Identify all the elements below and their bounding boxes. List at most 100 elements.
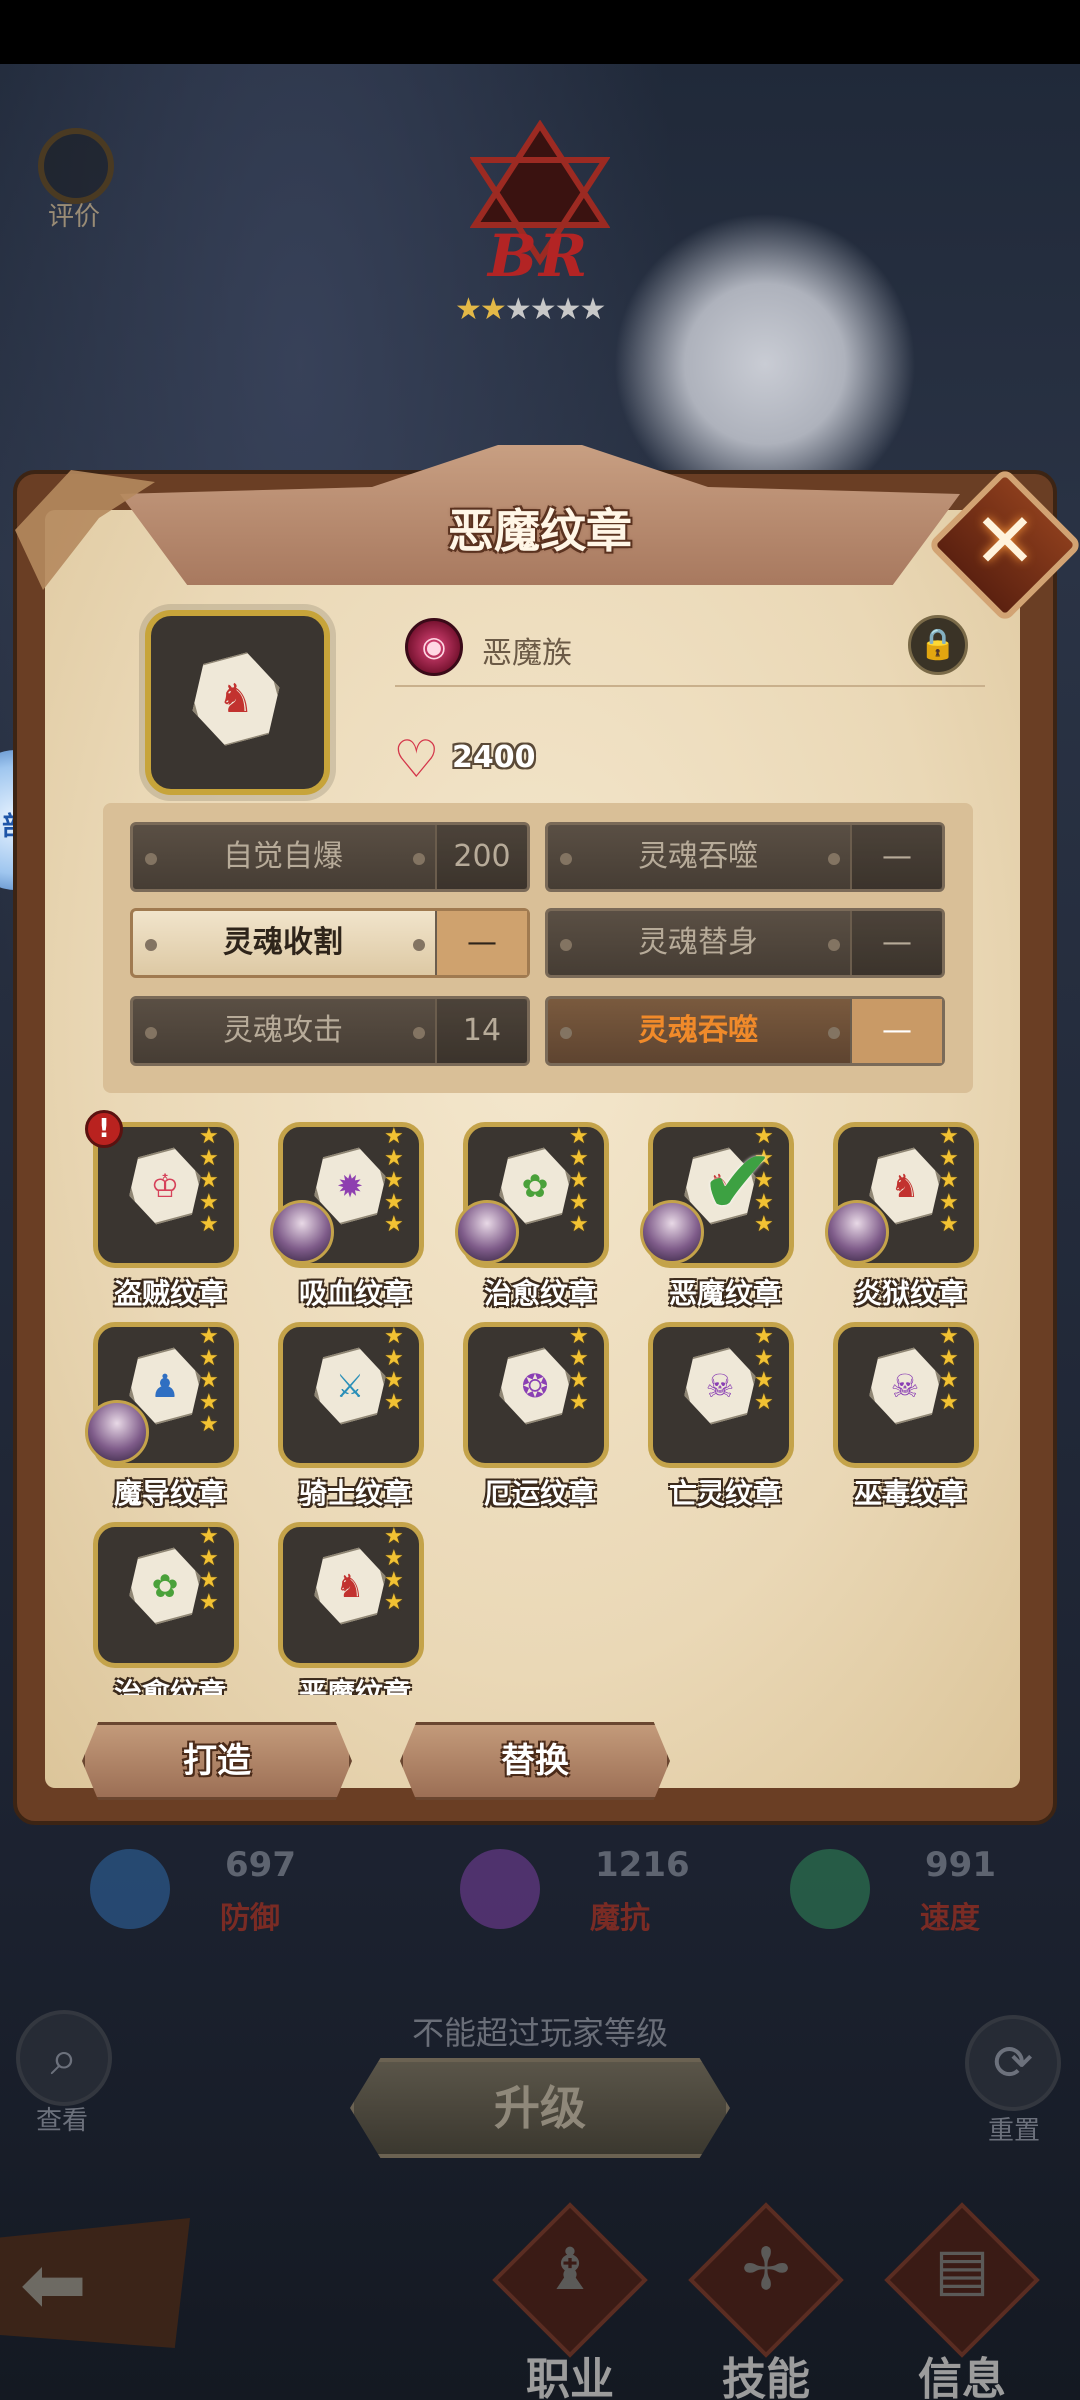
emblem-item[interactable]: ❂ ★ ★ ★ ★ 厄运纹章 xyxy=(455,1310,609,1510)
skill-value: 200 xyxy=(435,825,527,889)
replace-button[interactable]: 替换 xyxy=(400,1722,670,1800)
close-icon[interactable]: ✕ xyxy=(950,486,1060,596)
star-rating: ★ ★ ★ ★ ★ xyxy=(384,1124,404,1237)
chess-bishop-icon: ♝ xyxy=(544,2235,596,2303)
rivet xyxy=(828,939,840,951)
forge-button[interactable]: 打造 xyxy=(82,1722,352,1800)
emblem-label: 治愈纹章 xyxy=(483,1277,596,1310)
emblem-label: 恶魔纹章 xyxy=(298,1677,411,1695)
star-rating: ★ ★ ★ ★ ★ xyxy=(569,1124,589,1237)
star-rating: ★ ★ ★ ★ ★ xyxy=(199,1324,219,1437)
skill-item[interactable]: 灵魂吞噬 — xyxy=(545,996,945,1066)
stat-value: 697 xyxy=(225,1845,296,1885)
skill-name: 灵魂吞噬 xyxy=(638,839,758,874)
emblem-item[interactable]: ⚔ ★ ★ ★ ★ 骑士纹章 xyxy=(270,1310,424,1510)
skill-name: 灵魂收割 xyxy=(223,925,343,960)
nav-class[interactable]: ♝ 职业 xyxy=(490,2202,650,2400)
emblem-label: 巫毒纹章 xyxy=(853,1477,966,1510)
nav-info[interactable]: ▤ 信息 xyxy=(882,2202,1042,2400)
lock-icon: 🔒 xyxy=(919,627,957,662)
nav-skill[interactable]: ✢ 技能 xyxy=(686,2202,846,2400)
rivet xyxy=(828,1027,840,1039)
view-button[interactable]: ⌕ xyxy=(16,2010,112,2106)
emblem-hex-icon: ✿ xyxy=(120,1541,211,1632)
star-rating: ★ ★ ★ ★ ★ xyxy=(199,1124,219,1237)
alert-icon: ! xyxy=(85,1110,123,1148)
star-icon: ★ xyxy=(504,292,532,327)
emblem-label: 炎狱纹章 xyxy=(853,1277,966,1310)
rank-stars: ★★★★★★ xyxy=(455,292,607,327)
emblem-hex-icon: ♞ xyxy=(305,1541,396,1632)
heart-icon: ♡ xyxy=(393,730,440,790)
emblem-hex-icon: ☠ xyxy=(675,1341,766,1432)
demon-icon: ♞ xyxy=(218,676,254,722)
emblem-symbol-icon: ☠ xyxy=(890,1367,920,1405)
emblem-symbol-icon: ⚔ xyxy=(335,1367,365,1405)
wing-icon xyxy=(790,1849,870,1929)
emblem-item[interactable]: ♞ ★ ★ ★ ★ 恶魔纹章 xyxy=(270,1510,424,1695)
skill-item[interactable]: 灵魂收割 — xyxy=(130,908,530,978)
emblem-symbol-icon: ♔ xyxy=(150,1167,180,1205)
view-label: 查看 xyxy=(36,2106,89,2136)
star-rating: ★ ★ ★ ★ xyxy=(384,1524,404,1615)
emblem-list[interactable]: ♔ ★ ★ ★ ★ ★! 盗贼纹章 ✹ ★ ★ ★ ★ ★ 吸血纹章 ✿ ★ ★ ★ ★ ★ 治愈纹章 ♞ ★ ★ ★ ★ ★ ✔ 恶魔… xyxy=(85,1110,995,1695)
skill-name: 灵魂攻击 xyxy=(223,1013,343,1048)
emblem-item[interactable]: ✿ ★ ★ ★ ★ ★ 治愈纹章 xyxy=(455,1110,609,1310)
upgrade-button[interactable]: 升级 xyxy=(350,2058,730,2158)
reset-button[interactable]: ⟳ xyxy=(965,2015,1061,2111)
skill-value: — xyxy=(850,999,942,1063)
status-bar xyxy=(0,0,1080,64)
rate-label: 评价 xyxy=(48,202,101,232)
level-warning: 不能超过玩家等级 xyxy=(411,2014,668,2052)
dialog-title: 恶魔纹章 xyxy=(448,504,632,558)
skill-value: — xyxy=(850,911,942,975)
star-icon: ★ xyxy=(579,292,607,327)
nav-label: 技能 xyxy=(722,2354,810,2400)
emblem-label: 盗贼纹章 xyxy=(113,1277,226,1310)
emblem-item[interactable]: ♞ ★ ★ ★ ★ ★ ✔ 恶魔纹章 xyxy=(640,1110,794,1310)
skill-item[interactable]: 灵魂攻击 14 xyxy=(130,996,530,1066)
refresh-icon: ⟳ xyxy=(992,2035,1034,2091)
heart-value: 2400 xyxy=(452,740,536,775)
rivet xyxy=(413,1027,425,1039)
emblem-item[interactable]: ♟ ★ ★ ★ ★ ★ 魔导纹章 xyxy=(85,1310,239,1510)
rate-button[interactable] xyxy=(38,128,114,204)
shield-icon xyxy=(90,1849,170,1929)
lightning-icon xyxy=(460,1849,540,1929)
hero-avatar xyxy=(270,1200,334,1264)
stat-label: 魔抗 xyxy=(590,1901,650,1936)
skill-item[interactable]: 灵魂替身 — xyxy=(545,908,945,978)
selected-emblem-slot[interactable]: ♞ xyxy=(145,610,330,795)
emblem-item[interactable]: ✿ ★ ★ ★ ★ 治愈纹章 xyxy=(85,1510,239,1695)
check-icon: ✔ xyxy=(700,1130,776,1235)
emblem-label: 厄运纹章 xyxy=(483,1477,596,1510)
star-rating: ★ ★ ★ ★ ★ xyxy=(939,1124,959,1237)
rivet xyxy=(413,939,425,951)
back-arrow-icon: ⬅ xyxy=(20,2238,88,2331)
emblem-label: 吸血纹章 xyxy=(298,1277,411,1310)
star-icon: ★ xyxy=(529,292,557,327)
emblem-item[interactable]: ✹ ★ ★ ★ ★ ★ 吸血纹章 xyxy=(270,1110,424,1310)
skill-item[interactable]: 自觉自爆 200 xyxy=(130,822,530,892)
race-name: 恶魔族 xyxy=(482,636,572,671)
skill-item[interactable]: 灵魂吞噬 — xyxy=(545,822,945,892)
lock-button[interactable]: 🔒 xyxy=(908,615,968,675)
stat-value: 1216 xyxy=(595,1845,690,1885)
stat-label: 防御 xyxy=(220,1901,280,1936)
emblem-item[interactable]: ♔ ★ ★ ★ ★ ★! 盗贼纹章 xyxy=(85,1110,239,1310)
hero-avatar xyxy=(640,1200,704,1264)
emblem-label: 亡灵纹章 xyxy=(668,1477,781,1510)
emblem-hex-icon: ⚔ xyxy=(305,1341,396,1432)
rivet xyxy=(413,853,425,865)
star-rating: ★ ★ ★ ★ xyxy=(569,1324,589,1415)
emblem-item[interactable]: ☠ ★ ★ ★ ★ 巫毒纹章 xyxy=(825,1310,979,1510)
emblem-symbol-icon: ♟ xyxy=(150,1367,180,1405)
star-rating: ★ ★ ★ ★ xyxy=(939,1324,959,1415)
emblem-item[interactable]: ☠ ★ ★ ★ ★ 亡灵纹章 xyxy=(640,1310,794,1510)
emblem-label: 治愈纹章 xyxy=(113,1677,226,1695)
star-rating: ★ ★ ★ ★ xyxy=(754,1324,774,1415)
emblem-item[interactable]: ♞ ★ ★ ★ ★ ★ 炎狱纹章 xyxy=(825,1110,979,1310)
back-button[interactable]: ⬅ xyxy=(0,2218,190,2348)
rivet xyxy=(828,853,840,865)
emblem-hex-icon: ♔ xyxy=(120,1141,211,1232)
